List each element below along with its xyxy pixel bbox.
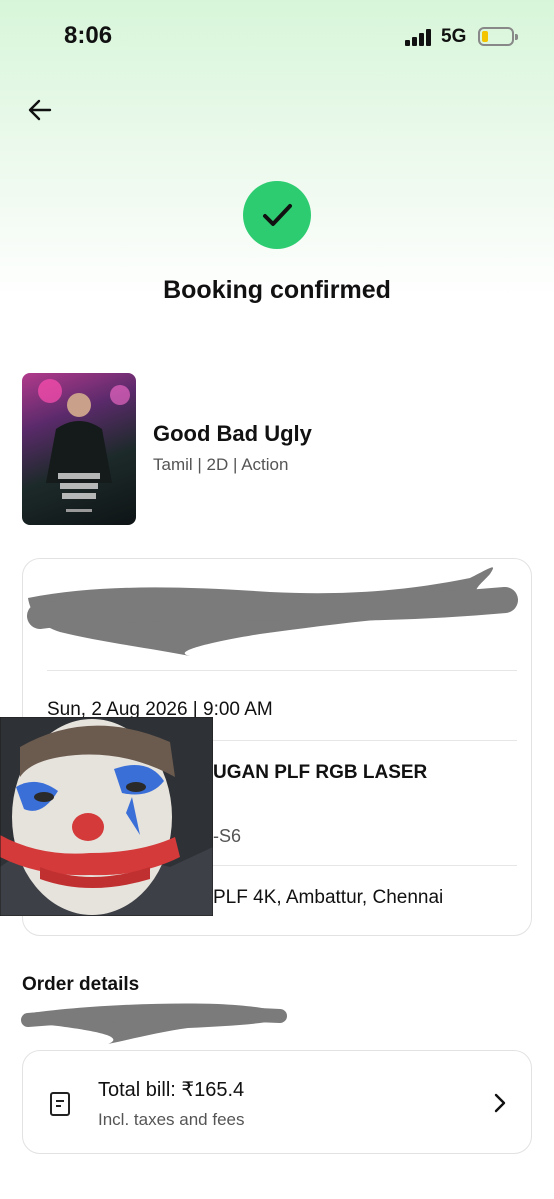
network-label: 5G	[441, 26, 467, 47]
venue-name: PLF 4K, Ambattur, Chennai	[213, 887, 444, 908]
arrow-left-icon[interactable]	[26, 96, 54, 124]
screen-name: UGAN PLF RGB LASER	[213, 762, 428, 783]
total-bill-label: Total bill: ₹165.4	[98, 1079, 245, 1101]
check-icon	[263, 204, 292, 226]
movie-title: Good Bad Ugly	[153, 421, 312, 446]
movie-poster	[22, 373, 136, 525]
redaction-scribble	[27, 567, 518, 656]
divider	[47, 670, 517, 671]
chevron-right-icon[interactable]	[493, 1092, 507, 1114]
overlay-photo	[0, 717, 213, 916]
signal-icon	[405, 28, 433, 46]
total-bill-card[interactable]: Total bill: ₹165.4 Incl. taxes and fees	[22, 1050, 532, 1154]
status-time: 8:06	[64, 22, 113, 49]
total-bill-subtext: Incl. taxes and fees	[98, 1110, 245, 1129]
order-details-heading: Order details	[22, 974, 140, 995]
receipt-icon	[50, 1092, 70, 1116]
battery-icon	[478, 27, 518, 46]
seat-numbers: -S6	[213, 826, 242, 846]
page-title: Booking confirmed	[163, 276, 391, 304]
movie-meta: Tamil | 2D | Action	[153, 455, 289, 474]
redaction-scribble	[21, 1003, 287, 1044]
success-badge	[243, 181, 311, 249]
